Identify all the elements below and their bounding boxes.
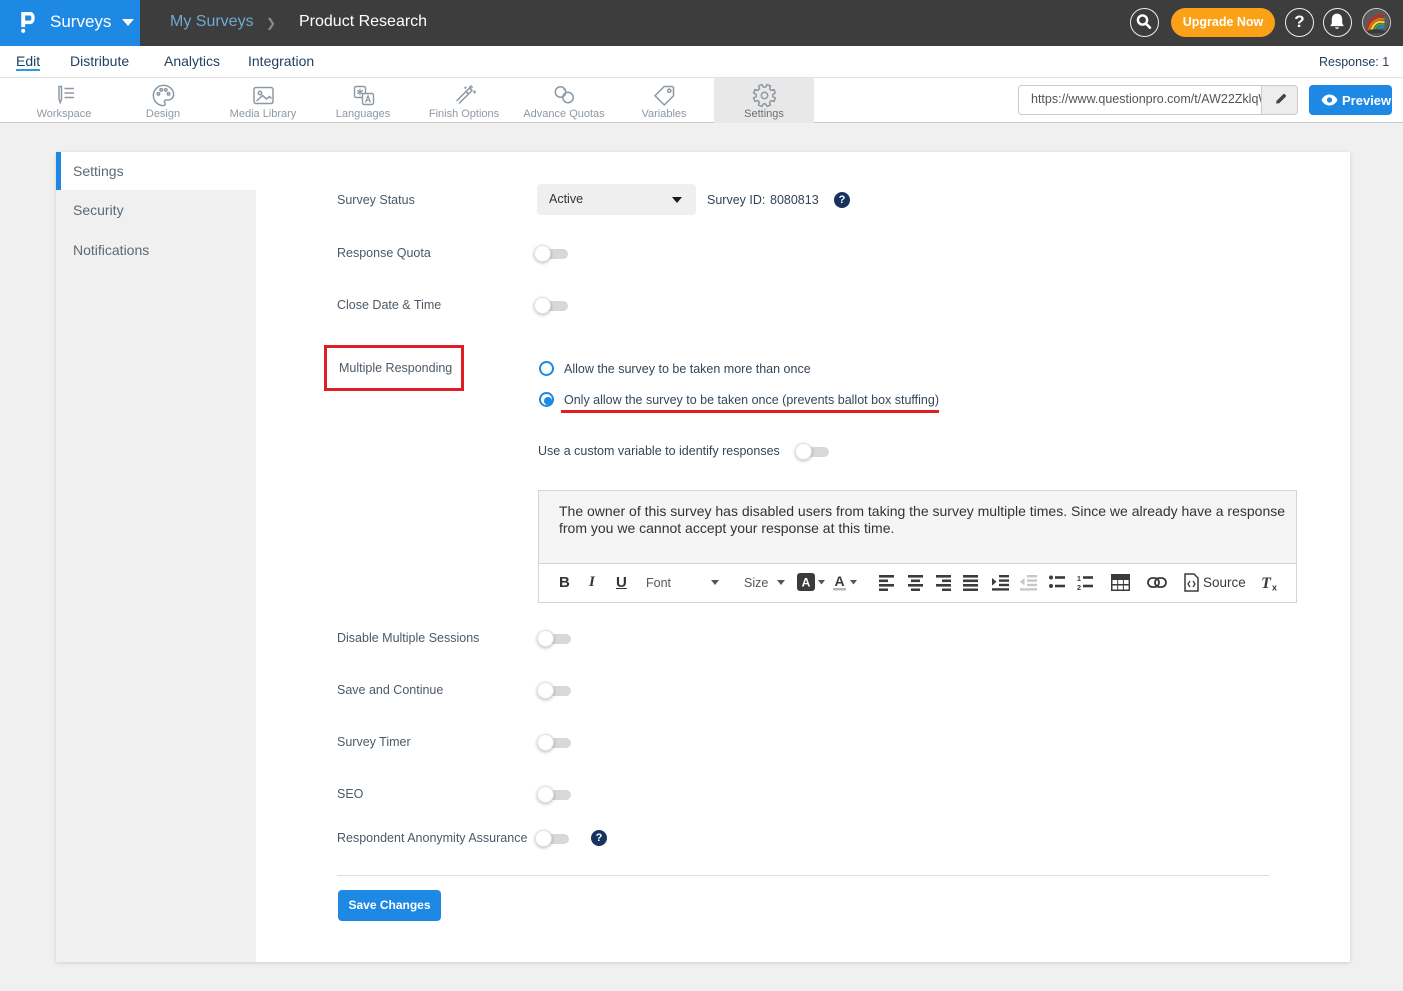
svg-text:x: x (1272, 583, 1277, 592)
svg-text:A: A (834, 573, 844, 589)
svg-text:A: A (802, 576, 811, 590)
svg-text:2: 2 (1077, 583, 1081, 591)
svg-text:1: 1 (1077, 575, 1081, 583)
svg-text:T: T (1261, 575, 1272, 591)
